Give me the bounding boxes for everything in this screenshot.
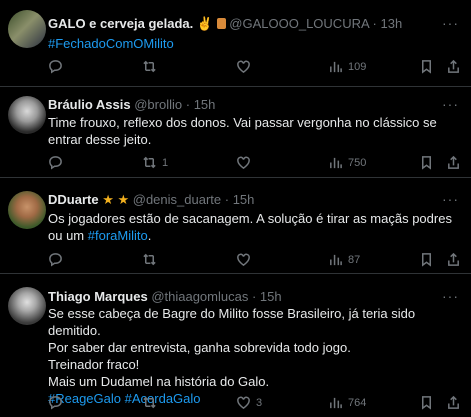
more-options-button[interactable]: ···	[442, 15, 459, 31]
heart-icon	[237, 156, 250, 170]
views-button[interactable]: 109	[328, 59, 366, 74]
bookmark-button[interactable]	[419, 155, 434, 170]
author-name[interactable]: DDuarte	[48, 192, 99, 207]
avatar[interactable]	[8, 191, 46, 229]
author-name[interactable]: Thiago Marques	[48, 289, 148, 304]
like-button[interactable]: 3	[236, 395, 262, 410]
hashtag-link[interactable]: #FechadoComOMilito	[48, 36, 174, 51]
author-handle[interactable]: @denis_duarte	[133, 192, 221, 207]
timestamp[interactable]: · 15h	[186, 97, 216, 112]
tweet[interactable]: Thiago Marques @thiaagomlucas · 15h ··· …	[0, 274, 471, 417]
tweet-text: Time frouxo, reflexo dos donos. Vai pass…	[48, 115, 437, 147]
views-button[interactable]: 764	[328, 395, 366, 410]
share-icon	[448, 155, 459, 169]
reply-icon	[49, 60, 62, 74]
reply-icon	[49, 253, 62, 267]
share-icon	[448, 395, 459, 409]
bookmark-button[interactable]	[419, 59, 434, 74]
author-name[interactable]: Bráulio Assis	[48, 97, 131, 112]
retweet-button[interactable]	[142, 59, 162, 74]
like-button[interactable]	[236, 252, 256, 267]
retweet-icon	[143, 60, 156, 73]
heart-icon	[237, 60, 250, 74]
reply-icon	[49, 156, 62, 170]
emoji: ✌	[196, 16, 214, 31]
bookmark-icon	[422, 60, 431, 74]
retweet-icon	[143, 396, 156, 409]
bookmark-icon	[422, 253, 431, 267]
author-handle[interactable]: @GALOOO_LOUCURA	[229, 16, 369, 31]
tweet-actions: 3 764	[48, 395, 463, 413]
tweet-actions: 1 750	[48, 155, 463, 173]
views-chart-icon	[330, 397, 342, 409]
avatar[interactable]	[8, 96, 46, 134]
views-count: 764	[348, 396, 367, 409]
tweet[interactable]: GALO e cerveja gelada. ✌ @GALOOO_LOUCURA…	[0, 0, 471, 87]
reply-button[interactable]	[48, 252, 68, 267]
timestamp[interactable]: · 15h	[225, 192, 255, 207]
tweet-actions: 109	[48, 59, 463, 77]
star-badge-icon: ★ ★	[102, 192, 130, 207]
tweet-text: Se esse cabeça de Bagre do Milito fosse …	[48, 305, 461, 407]
views-button[interactable]: 750	[328, 155, 366, 170]
emoji-icon	[216, 18, 226, 29]
views-chart-icon	[330, 157, 342, 169]
reply-button[interactable]	[48, 395, 68, 410]
text-line: Se esse cabeça de Bagre do Milito fosse …	[48, 306, 416, 338]
timeline: GALO e cerveja gelada. ✌ @GALOOO_LOUCURA…	[0, 0, 471, 417]
more-options-button[interactable]: ···	[442, 288, 459, 304]
retweet-button[interactable]	[142, 252, 162, 267]
share-button[interactable]	[446, 395, 461, 410]
share-icon	[448, 252, 459, 266]
tweet[interactable]: Bráulio Assis @brollio · 15h ··· Time fr…	[0, 87, 471, 178]
text-line: Treinador fraco!	[48, 357, 140, 372]
retweet-icon	[143, 253, 156, 266]
share-icon	[448, 59, 459, 73]
like-count: 3	[256, 396, 263, 409]
reply-button[interactable]	[48, 59, 68, 74]
retweet-button[interactable]: 1	[142, 155, 168, 170]
bookmark-button[interactable]	[419, 252, 434, 267]
views-chart-icon	[330, 61, 342, 73]
views-chart-icon	[330, 254, 342, 266]
tweet-text: #FechadoComOMilito	[48, 35, 461, 52]
reply-button[interactable]	[48, 155, 68, 170]
views-count: 750	[348, 156, 367, 169]
text-line: Por saber dar entrevista, ganha sobrevid…	[48, 340, 351, 355]
like-button[interactable]	[236, 59, 256, 74]
reply-icon	[49, 396, 62, 410]
share-button[interactable]	[446, 59, 461, 74]
avatar[interactable]	[8, 10, 46, 48]
retweet-count: 1	[162, 156, 169, 169]
author-handle[interactable]: @brollio	[134, 97, 182, 112]
more-options-button[interactable]: ···	[442, 191, 459, 207]
tweet-text: Os jogadores estão de sacanagem. A soluç…	[48, 210, 461, 244]
tweet[interactable]: DDuarte ★ ★ @denis_duarte · 15h ··· Os j…	[0, 178, 471, 274]
heart-icon	[237, 253, 250, 267]
share-button[interactable]	[446, 252, 461, 267]
tweet-actions: 87	[48, 252, 463, 270]
retweet-button[interactable]	[142, 395, 162, 410]
bookmark-icon	[422, 156, 431, 170]
avatar[interactable]	[8, 287, 46, 325]
author-handle[interactable]: @thiaagomlucas	[151, 289, 248, 304]
author-name[interactable]: GALO e cerveja gelada.	[48, 16, 193, 31]
views-count: 109	[348, 60, 367, 73]
views-button[interactable]: 87	[328, 252, 360, 267]
share-button[interactable]	[446, 155, 461, 170]
heart-icon	[237, 396, 250, 410]
like-button[interactable]	[236, 155, 256, 170]
timestamp[interactable]: · 13h	[373, 16, 403, 31]
text-line: Mais um Dudamel na história do Galo.	[48, 374, 270, 389]
views-count: 87	[348, 253, 361, 266]
more-options-button[interactable]: ···	[442, 96, 459, 112]
text-segment: .	[147, 228, 152, 243]
bookmark-button[interactable]	[419, 395, 434, 410]
timestamp[interactable]: · 15h	[252, 289, 282, 304]
hashtag-link[interactable]: #foraMilito	[88, 228, 148, 243]
bookmark-icon	[422, 396, 431, 410]
retweet-icon	[143, 156, 156, 169]
